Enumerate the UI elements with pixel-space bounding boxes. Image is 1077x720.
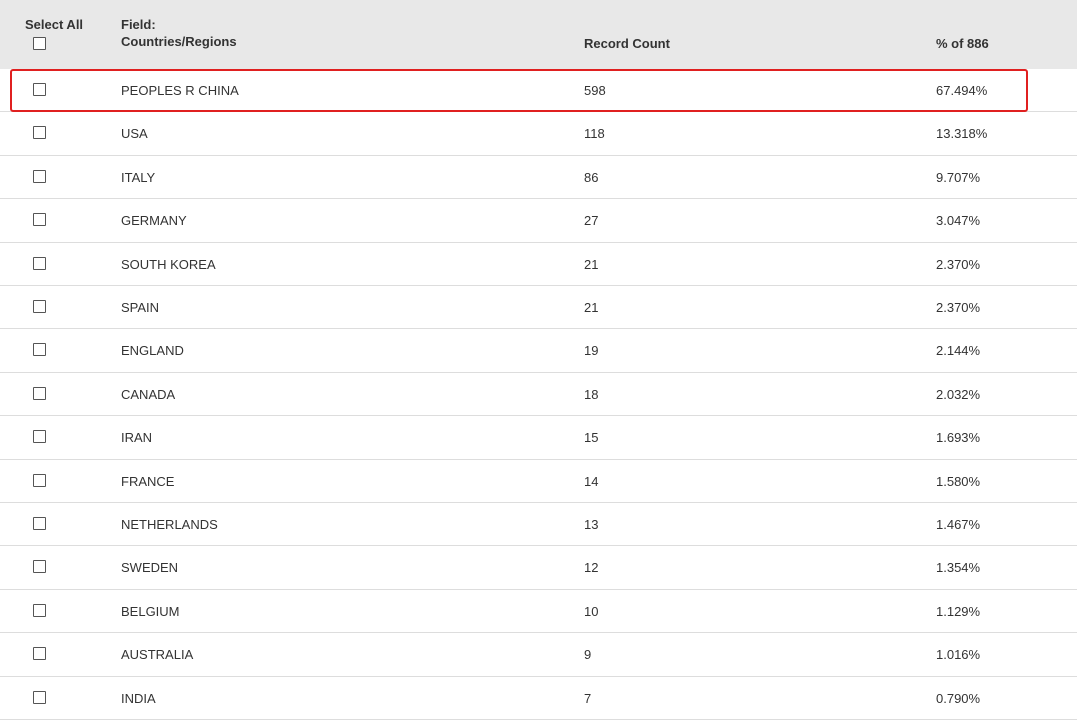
table-row: PEOPLES R CHINA 598 67.494% bbox=[0, 69, 1077, 113]
record-count-cell: 19 bbox=[584, 343, 599, 359]
percent-header[interactable]: % of 886 bbox=[936, 35, 989, 52]
country-cell: NETHERLANDS bbox=[121, 517, 218, 532]
percent-cell: 1.129% bbox=[936, 603, 981, 619]
country-cell: PEOPLES R CHINA bbox=[121, 83, 239, 98]
percent-cell: 2.144% bbox=[936, 343, 981, 359]
row-checkbox[interactable] bbox=[33, 690, 46, 704]
record-count-cell: 21 bbox=[584, 300, 599, 315]
row-checkbox[interactable] bbox=[33, 473, 46, 487]
table-row: ENGLAND 19 2.144% bbox=[0, 329, 1077, 373]
table-row: SOUTH KOREA 21 2.370% bbox=[0, 243, 1077, 286]
row-checkbox[interactable] bbox=[33, 83, 46, 96]
select-all-checkbox[interactable] bbox=[33, 37, 46, 50]
country-cell: USA bbox=[121, 126, 148, 142]
row-checkbox[interactable] bbox=[33, 256, 46, 270]
record-count-cell: 86 bbox=[584, 169, 599, 185]
table-row: BELGIUM 10 1.129% bbox=[0, 590, 1077, 634]
record-count-cell: 10 bbox=[584, 603, 599, 619]
row-checkbox[interactable] bbox=[33, 603, 46, 617]
record-count-cell: 13 bbox=[584, 517, 599, 532]
row-checkbox[interactable] bbox=[33, 126, 46, 140]
percent-cell: 3.047% bbox=[936, 213, 981, 229]
row-checkbox[interactable] bbox=[33, 343, 46, 357]
record-count-cell: 12 bbox=[584, 560, 599, 576]
percent-cell: 1.580% bbox=[936, 473, 981, 489]
country-cell: BELGIUM bbox=[121, 603, 180, 619]
field-label: Field: Countries/Regions bbox=[121, 16, 237, 50]
row-checkbox[interactable] bbox=[33, 517, 46, 530]
row-checkbox[interactable] bbox=[33, 213, 46, 227]
country-cell: FRANCE bbox=[121, 473, 175, 489]
country-cell: ITALY bbox=[121, 169, 156, 185]
table-header: Select All Field: Countries/Regions Reco… bbox=[0, 0, 1077, 69]
record-count-cell: 18 bbox=[584, 386, 599, 402]
country-cell: SPAIN bbox=[121, 300, 160, 315]
table-row: ITALY 86 9.707% bbox=[0, 156, 1077, 200]
country-cell: IRAN bbox=[121, 430, 153, 446]
record-count-cell: 118 bbox=[584, 126, 605, 142]
record-count-cell: 598 bbox=[584, 83, 606, 98]
percent-cell: 13.318% bbox=[936, 126, 988, 142]
field-label-line2[interactable]: Countries/Regions bbox=[121, 34, 237, 49]
row-checkbox[interactable] bbox=[33, 560, 46, 574]
table-row: SPAIN 21 2.370% bbox=[0, 286, 1077, 330]
record-count-cell: 15 bbox=[584, 430, 599, 446]
table-row: AUSTRALIA 9 1.016% bbox=[0, 633, 1077, 677]
record-count-cell: 21 bbox=[584, 256, 599, 272]
table-row: FRANCE 14 1.580% bbox=[0, 460, 1077, 503]
select-all-label: Select All bbox=[25, 17, 84, 32]
country-cell: INDIA bbox=[121, 690, 156, 706]
record-count-cell: 14 bbox=[584, 473, 599, 489]
row-checkbox[interactable] bbox=[33, 169, 46, 183]
percent-cell: 1.693% bbox=[936, 430, 981, 446]
table-row: IRAN 15 1.693% bbox=[0, 416, 1077, 460]
country-cell: GERMANY bbox=[121, 213, 187, 229]
table-row: USA 118 13.318% bbox=[0, 112, 1077, 156]
record-count-cell: 9 bbox=[584, 647, 592, 663]
country-cell: ENGLAND bbox=[121, 343, 184, 359]
row-checkbox[interactable] bbox=[33, 386, 46, 400]
percent-cell: 67.494% bbox=[936, 83, 988, 98]
record-count-header[interactable]: Record Count bbox=[584, 35, 670, 52]
percent-cell: 2.032% bbox=[936, 386, 981, 402]
percent-cell: 0.790% bbox=[936, 690, 981, 706]
field-label-line1: Field: bbox=[121, 17, 156, 32]
percent-cell: 1.016% bbox=[936, 647, 981, 663]
percent-cell: 1.354% bbox=[936, 560, 981, 576]
row-checkbox[interactable] bbox=[33, 430, 46, 444]
row-checkbox[interactable] bbox=[33, 647, 46, 661]
table-row: CANADA 18 2.032% bbox=[0, 373, 1077, 417]
percent-cell: 1.467% bbox=[936, 517, 981, 532]
country-cell: CANADA bbox=[121, 386, 176, 402]
table-row: NETHERLANDS 13 1.467% bbox=[0, 503, 1077, 547]
record-count-cell: 27 bbox=[584, 213, 599, 229]
table-row: SWEDEN 12 1.354% bbox=[0, 546, 1077, 590]
country-cell: SWEDEN bbox=[121, 560, 179, 576]
row-checkbox[interactable] bbox=[33, 300, 46, 313]
percent-cell: 2.370% bbox=[936, 300, 981, 315]
country-cell: AUSTRALIA bbox=[121, 647, 194, 663]
country-cell: SOUTH KOREA bbox=[121, 256, 216, 272]
percent-cell: 2.370% bbox=[936, 256, 981, 272]
table-row: INDIA 7 0.790% bbox=[0, 677, 1077, 720]
record-count-cell: 7 bbox=[584, 690, 592, 706]
percent-cell: 9.707% bbox=[936, 169, 981, 185]
table-row: GERMANY 27 3.047% bbox=[0, 199, 1077, 243]
